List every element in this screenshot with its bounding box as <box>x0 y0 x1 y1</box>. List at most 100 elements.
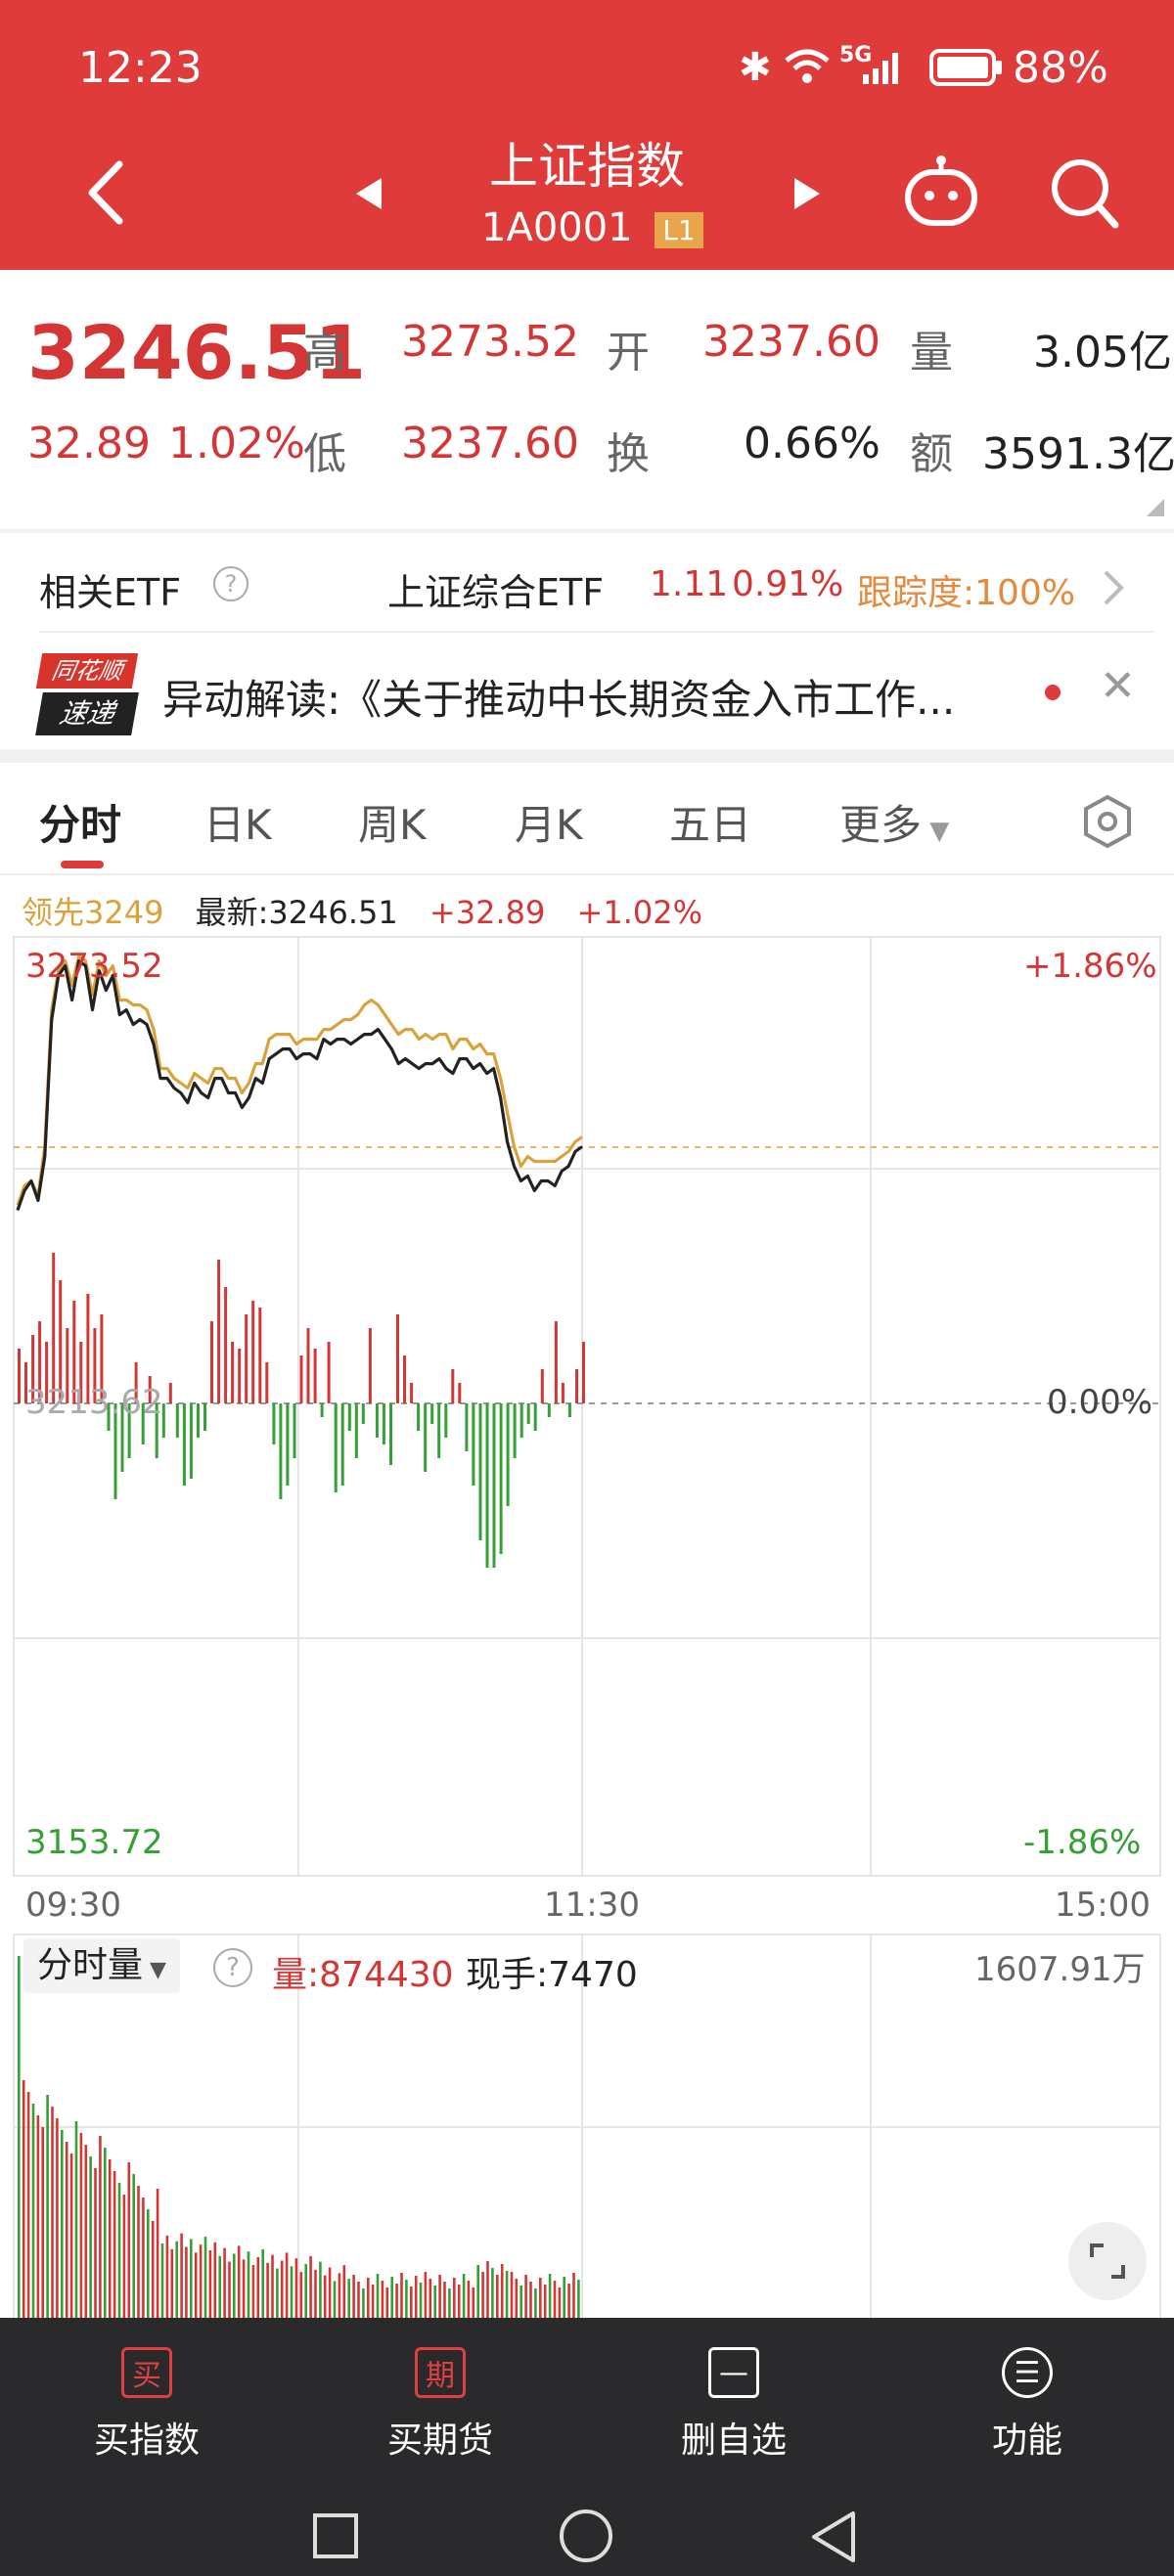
price-axis-top-pct: +1.86% <box>1023 947 1157 986</box>
macd-bar <box>265 1362 269 1403</box>
volume-bar <box>170 2248 174 2318</box>
time-axis-mid: 11:30 <box>544 1886 640 1925</box>
macd-bar <box>472 1403 475 1486</box>
volume-bar <box>294 2258 298 2318</box>
chart-settings-icon[interactable] <box>1080 794 1135 849</box>
volume-bar <box>233 2253 236 2318</box>
macd-bar <box>554 1321 558 1403</box>
buy-index-button[interactable]: 买 买指数 <box>49 2347 245 2463</box>
macd-bar <box>258 1308 262 1403</box>
macd-bar <box>313 1349 317 1403</box>
volume-bar <box>285 2252 289 2318</box>
tab-intraday[interactable]: 分时 <box>39 792 121 852</box>
volume-bar <box>223 2247 226 2318</box>
volume-bar <box>65 2142 68 2318</box>
volume-bar <box>467 2281 471 2318</box>
remove-watchlist-button[interactable]: — 删自选 <box>636 2347 832 2463</box>
volume-bar <box>481 2272 484 2318</box>
volume-bar <box>328 2267 332 2318</box>
tab-five-day[interactable]: 五日 <box>669 792 751 852</box>
etf-tracking: 跟踪度:100% <box>857 573 1076 613</box>
volume-bar <box>357 2282 360 2318</box>
menu-icon: ☰ <box>1002 2347 1053 2398</box>
news-headline[interactable]: 异动解读:《关于推动中长期资金入市工作... <box>162 667 955 727</box>
macd-bar <box>299 1355 303 1403</box>
macd-bar <box>52 1253 56 1403</box>
tab-daily-k[interactable]: 日K <box>203 792 272 852</box>
functions-button[interactable]: ☰ 功能 <box>929 2347 1125 2463</box>
volume-bar <box>142 2198 145 2318</box>
price-axis-top: 3273.52 <box>25 947 163 986</box>
chevron-right-icon[interactable] <box>1102 568 1125 607</box>
tab-monthly-k[interactable]: 月K <box>515 792 583 852</box>
volume-bar <box>472 2287 475 2318</box>
volume-bar <box>113 2171 116 2318</box>
time-axis-start: 09:30 <box>25 1886 121 1925</box>
news-row[interactable]: 同花顺 速递 异动解读:《关于推动中长期资金入市工作... ✕ <box>0 634 1174 749</box>
buy-futures-button[interactable]: 期 买期货 <box>342 2347 538 2463</box>
tab-more[interactable]: 更多 ▼ <box>839 792 949 852</box>
volume-bar <box>505 2271 509 2318</box>
stock-code: 1A0001 <box>481 205 633 250</box>
volume-bar <box>376 2274 380 2318</box>
fullscreen-button[interactable] <box>1068 2222 1147 2300</box>
volume-bar <box>419 2283 423 2318</box>
active-tab-indicator <box>61 861 104 868</box>
volume-bar <box>381 2281 384 2318</box>
volume-bar <box>424 2272 428 2318</box>
open-value: 3237.60 <box>702 317 880 367</box>
buy-index-label: 买指数 <box>93 2421 200 2461</box>
volume-bar <box>323 2275 327 2318</box>
futures-icon: 期 <box>415 2347 466 2398</box>
volume-bar <box>237 2245 241 2318</box>
volume-bar <box>462 2274 466 2318</box>
volume-bar <box>333 2281 337 2318</box>
volume-bar <box>319 2261 322 2318</box>
wifi-icon <box>785 49 830 83</box>
volume-bar <box>160 2243 164 2318</box>
price-change: 32.89 <box>27 419 151 468</box>
macd-bar <box>485 1403 489 1568</box>
tab-weekly-k[interactable]: 周K <box>358 792 427 852</box>
help-icon[interactable]: ? <box>213 566 248 601</box>
macd-bar <box>451 1369 455 1403</box>
signal-icon <box>863 53 898 84</box>
volume-bar <box>539 2278 542 2318</box>
bluetooth-icon: ✱ <box>739 45 772 90</box>
volume-bar <box>314 2269 317 2318</box>
buy-futures-label: 买期货 <box>386 2421 493 2461</box>
expand-corner-icon[interactable] <box>1145 497 1166 518</box>
latest-price-line <box>16 958 583 1212</box>
related-etf-row[interactable]: 相关ETF ? 上证综合ETF 1.11 0.91% 跟踪度:100% <box>0 533 1174 631</box>
volume-bar <box>165 2235 169 2318</box>
current-hand: 现手:7470 <box>466 1955 638 1995</box>
volume-bar <box>46 2095 49 2318</box>
recent-apps-icon[interactable] <box>313 2513 358 2558</box>
macd-bar <box>168 1383 172 1403</box>
stock-code-row: 1A0001 L1 <box>481 205 703 250</box>
macd-bar <box>238 1349 242 1403</box>
volume-selector[interactable]: 分时量 ▼ <box>23 1938 180 1993</box>
help-icon[interactable]: ? <box>213 1948 252 1987</box>
volume-bar <box>515 2279 519 2318</box>
volume-bar <box>558 2287 562 2318</box>
volume-bar <box>486 2261 489 2318</box>
back-nav-icon[interactable] <box>808 2509 857 2564</box>
price-axis-bottom-pct: -1.86% <box>1023 1823 1142 1862</box>
low-label: 低 <box>303 429 346 479</box>
buy-icon: 买 <box>121 2347 172 2398</box>
macd-bar <box>410 1383 414 1403</box>
intraday-chart[interactable] <box>0 929 1174 1907</box>
volume-bar <box>242 2259 246 2318</box>
next-stock-icon[interactable] <box>792 176 824 211</box>
home-icon[interactable] <box>560 2509 612 2562</box>
volume-bar <box>89 2156 92 2318</box>
volume-bar <box>309 2255 312 2318</box>
volume-bar <box>203 2237 207 2318</box>
robot-assistant-icon[interactable] <box>902 155 980 229</box>
macd-bar <box>458 1383 462 1403</box>
close-icon[interactable]: ✕ <box>1100 661 1136 711</box>
volume-bar <box>31 2104 35 2318</box>
search-icon[interactable] <box>1049 156 1119 231</box>
volume-bar <box>156 2189 159 2318</box>
